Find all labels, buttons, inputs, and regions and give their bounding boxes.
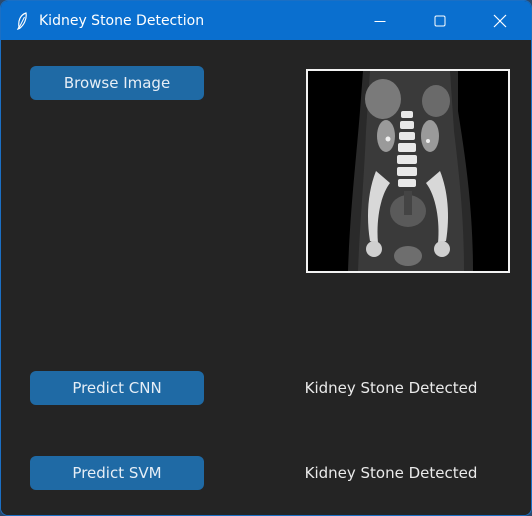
minimize-button[interactable] <box>357 1 403 40</box>
predict-svm-button[interactable]: Predict SVM <box>30 456 204 490</box>
close-icon <box>493 14 507 27</box>
main-panel: Browse Image Predict CNN Kidney Stone De… <box>1 40 531 515</box>
maximize-button[interactable] <box>417 1 463 40</box>
svm-result-label: Kidney Stone Detected <box>304 464 478 482</box>
app-window: Kidney Stone Detection Browse Image Pred… <box>0 0 532 516</box>
browse-image-button[interactable]: Browse Image <box>30 66 204 100</box>
minimize-icon <box>374 20 386 22</box>
close-button[interactable] <box>477 1 523 40</box>
maximize-icon <box>434 15 446 26</box>
cnn-result-label: Kidney Stone Detected <box>304 379 478 397</box>
predict-cnn-button[interactable]: Predict CNN <box>30 371 204 405</box>
feather-icon <box>14 12 30 31</box>
title-bar[interactable]: Kidney Stone Detection <box>1 1 531 40</box>
window-title: Kidney Stone Detection <box>39 13 205 29</box>
ct-scan-image-preview <box>306 69 510 273</box>
